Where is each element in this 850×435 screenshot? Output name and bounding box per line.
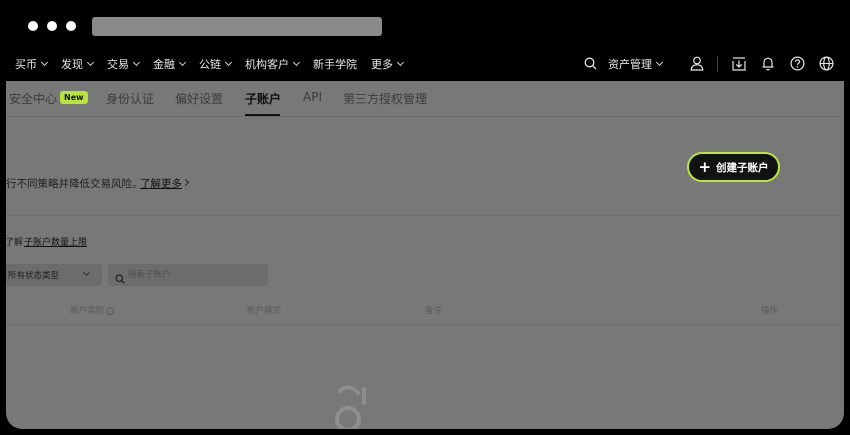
nav-item-label: 发现 xyxy=(61,57,83,71)
nav-item-buy[interactable]: 买币 xyxy=(15,56,49,72)
nav-item-trade[interactable]: 交易 xyxy=(107,56,141,72)
limit-prefix: 了解 xyxy=(6,238,24,248)
column-header-note: 备注 xyxy=(425,306,443,316)
subaccount-search-input[interactable] xyxy=(128,268,263,282)
new-badge: New xyxy=(60,91,88,104)
status-type-select[interactable]: 所有状态类型 xyxy=(6,264,102,286)
tab-identity-verification[interactable]: 身份认证 xyxy=(106,90,154,107)
nav-divider xyxy=(717,55,718,72)
window-controls xyxy=(28,21,76,31)
nav-item-label: 公链 xyxy=(199,57,221,71)
chevron-right-icon xyxy=(181,178,190,187)
status-select-value: 所有状态类型 xyxy=(8,271,60,281)
top-nav: 买币 发现 交易 金融 公链 机构客户 新手学院 更多 资产管理 xyxy=(0,48,850,81)
tab-subaccount[interactable]: 子账户 xyxy=(245,90,281,107)
tab-third-party-authorization[interactable]: 第三方授权管理 xyxy=(343,90,427,107)
window-maximize-dot[interactable] xyxy=(66,21,76,31)
nav-item-more[interactable]: 更多 xyxy=(371,56,405,72)
chevron-down-icon xyxy=(40,58,49,66)
window-titlebar xyxy=(0,0,850,48)
main-content: 安全中心 New 身份认证 偏好设置 子账户 API 第三方授权管理 行不同策略… xyxy=(6,81,844,429)
column-header-account-type: 账户类别 i xyxy=(70,304,115,316)
search-icon[interactable] xyxy=(582,56,598,72)
globe-icon[interactable] xyxy=(818,56,834,72)
nav-item-label: 新手学院 xyxy=(313,57,357,71)
chevron-down-icon xyxy=(292,58,301,66)
chevron-down-icon xyxy=(82,268,91,277)
user-icon[interactable] xyxy=(689,56,705,72)
chevron-down-icon xyxy=(86,58,95,66)
plus-icon: + xyxy=(698,157,712,176)
nav-item-label: 交易 xyxy=(107,57,129,71)
subaccount-limit-link[interactable]: 子账户数量上限 xyxy=(24,235,87,248)
section-divider xyxy=(6,215,844,216)
tab-security-center[interactable]: 安全中心 xyxy=(9,90,57,107)
nav-actions: 资产管理 xyxy=(569,48,834,79)
chevron-down-icon xyxy=(396,58,405,66)
nav-menu: 买币 发现 交易 金融 公链 机构客户 新手学院 更多 xyxy=(15,48,417,79)
chevron-down-icon xyxy=(132,58,141,66)
info-icon[interactable]: i xyxy=(106,306,115,315)
learn-more-link[interactable]: 了解更多 xyxy=(140,176,182,191)
nav-item-academy[interactable]: 新手学院 xyxy=(313,56,357,72)
nav-item-label: 更多 xyxy=(371,57,393,71)
chevron-down-icon xyxy=(178,58,187,66)
table-header-divider xyxy=(6,324,844,325)
chevron-down-icon xyxy=(655,58,664,66)
nav-item-chain[interactable]: 公链 xyxy=(199,56,233,72)
column-header-account-mode: 账户模式 xyxy=(247,306,282,316)
window-close-dot[interactable] xyxy=(28,21,38,31)
asset-management-menu[interactable]: 资产管理 xyxy=(608,56,664,72)
subaccount-description: 行不同策略并降低交易风险。 xyxy=(6,178,143,190)
tab-preferences[interactable]: 偏好设置 xyxy=(175,90,223,107)
download-icon[interactable] xyxy=(731,56,747,72)
chevron-down-icon xyxy=(224,58,233,66)
column-header-action: 操作 xyxy=(761,306,779,316)
search-icon xyxy=(115,269,125,288)
nav-item-label: 金融 xyxy=(153,57,175,71)
bell-icon[interactable] xyxy=(760,56,776,72)
active-tab-indicator xyxy=(245,114,280,116)
nav-item-discover[interactable]: 发现 xyxy=(61,56,95,72)
settings-tabs: 安全中心 New 身份认证 偏好设置 子账户 API 第三方授权管理 xyxy=(6,81,844,117)
tab-api[interactable]: API xyxy=(303,90,322,104)
window-minimize-dot[interactable] xyxy=(47,21,57,31)
address-bar[interactable] xyxy=(92,17,382,36)
nav-item-finance[interactable]: 金融 xyxy=(153,56,187,72)
create-subaccount-button[interactable]: + 创建子账户 xyxy=(687,152,780,182)
help-icon[interactable] xyxy=(789,56,805,72)
nav-item-label: 机构客户 xyxy=(245,57,289,71)
nav-item-label: 买币 xyxy=(15,57,37,71)
asset-management-label: 资产管理 xyxy=(608,57,652,71)
create-subaccount-label: 创建子账户 xyxy=(716,161,769,174)
empty-state-icon xyxy=(324,381,372,429)
subaccount-search[interactable] xyxy=(108,264,268,286)
column-header-label: 账户类别 xyxy=(70,306,105,316)
nav-item-institutional[interactable]: 机构客户 xyxy=(245,56,301,72)
